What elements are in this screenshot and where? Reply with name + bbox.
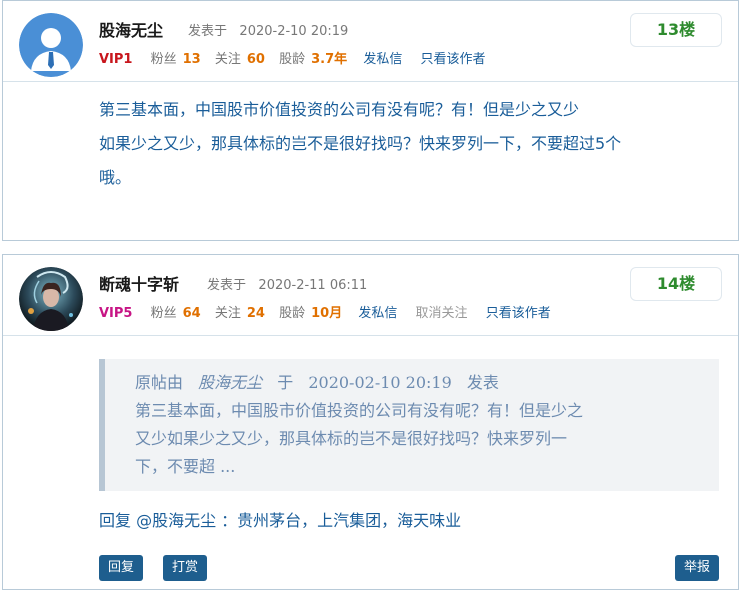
fans-count: 13 [182, 52, 201, 67]
stock-age: 10月 [311, 306, 343, 321]
quote-line: 第三基本面，中国股市价值投资的公司有没有呢？有！但是少之 [135, 401, 584, 420]
content-line: 第三基本面，中国股市价值投资的公司有没有呢？有！但是少之又少 [99, 100, 580, 119]
content-line: 哦。 [99, 168, 132, 187]
only-author-link[interactable]: 只看该作者 [420, 52, 485, 67]
post-time: 发表于 2020-2-11 06:11 [207, 274, 367, 293]
posted-prefix: 发表于 [188, 24, 228, 39]
send-message-link[interactable]: 发私信 [358, 306, 397, 321]
posted-prefix: 发表于 [207, 278, 247, 293]
quote-line: 又少如果少之又少，那具体标的岂不是很好找吗？快来罗列一 [135, 429, 568, 448]
quote-suffix: 发表 [466, 373, 499, 392]
post-card-13: 股海无尘 发表于 2020-2-10 20:19 VIP1 粉丝 13 关注 60 … [2, 0, 739, 241]
user-meta: VIP5 粉丝 64 关注 24 股龄 10月 发私信 取消关注 只看该作者 [99, 302, 557, 321]
age-label: 股龄 [279, 52, 306, 67]
fans-label: 粉丝 [150, 306, 177, 321]
vip-badge: VIP1 [99, 52, 133, 67]
follow-label: 关注 [214, 306, 241, 321]
quote-mid: 于 [277, 373, 294, 392]
follow-count: 24 [246, 306, 265, 321]
unfollow-link[interactable]: 取消关注 [416, 306, 468, 321]
quote-author[interactable]: 股海无尘 [198, 373, 262, 392]
content-line: 如果少之又少，那具体标的岂不是很好找吗？快来罗列一下，不要超过5个 [99, 134, 622, 153]
only-author-link[interactable]: 只看该作者 [486, 306, 551, 321]
vip-badge: VIP5 [99, 306, 133, 321]
username[interactable]: 断魂十字斩 [99, 271, 179, 295]
floor-number: 14楼 [630, 267, 722, 301]
follow-count: 60 [246, 52, 265, 67]
stock-age: 3.7年 [311, 52, 348, 67]
user-photo-icon [19, 267, 83, 331]
reply-button[interactable]: 回复 [99, 555, 143, 581]
user-silhouette-icon [19, 13, 83, 77]
username[interactable]: 股海无尘 [99, 17, 163, 41]
post-header: 股海无尘 发表于 2020-2-10 20:19 VIP1 粉丝 13 关注 60 … [3, 1, 738, 82]
follow-label: 关注 [214, 52, 241, 67]
post-card-14: 断魂十字斩 发表于 2020-2-11 06:11 VIP5 粉丝 64 关注 24… [2, 254, 739, 590]
reply-text: 回复 @股海无尘 ：贵州茅台，上汽集团，海天味业 [99, 511, 462, 530]
post-time: 发表于 2020-2-10 20:19 [188, 20, 348, 39]
user-meta: VIP1 粉丝 13 关注 60 股龄 3.7年 发私信 只看该作者 [99, 48, 491, 67]
reward-button[interactable]: 打赏 [163, 555, 207, 581]
quote-line: 下，不要超 ... [135, 457, 236, 476]
fans-label: 粉丝 [150, 52, 177, 67]
posted-time: 2020-2-10 20:19 [239, 24, 349, 39]
avatar-photo[interactable] [19, 267, 83, 331]
post-content: 第三基本面，中国股市价值投资的公司有没有呢？有！但是少之又少 如果少之又少，那具… [99, 93, 699, 195]
quote-header: 原帖由 股海无尘 于 2020-02-10 20:19 发表 [135, 369, 705, 397]
fans-count: 64 [182, 306, 201, 321]
report-button[interactable]: 举报 [675, 555, 719, 581]
quote-block: 原帖由 股海无尘 于 2020-02-10 20:19 发表 第三基本面，中国股… [99, 359, 719, 491]
floor-number: 13楼 [630, 13, 722, 47]
avatar-default[interactable] [19, 13, 83, 77]
post-header: 断魂十字斩 发表于 2020-2-11 06:11 VIP5 粉丝 64 关注 24… [3, 255, 738, 336]
age-label: 股龄 [279, 306, 306, 321]
posted-time: 2020-2-11 06:11 [258, 278, 368, 293]
quote-prefix: 原帖由 [135, 373, 184, 392]
send-message-link[interactable]: 发私信 [363, 52, 402, 67]
quote-time: 2020-02-10 20:19 [308, 373, 452, 392]
